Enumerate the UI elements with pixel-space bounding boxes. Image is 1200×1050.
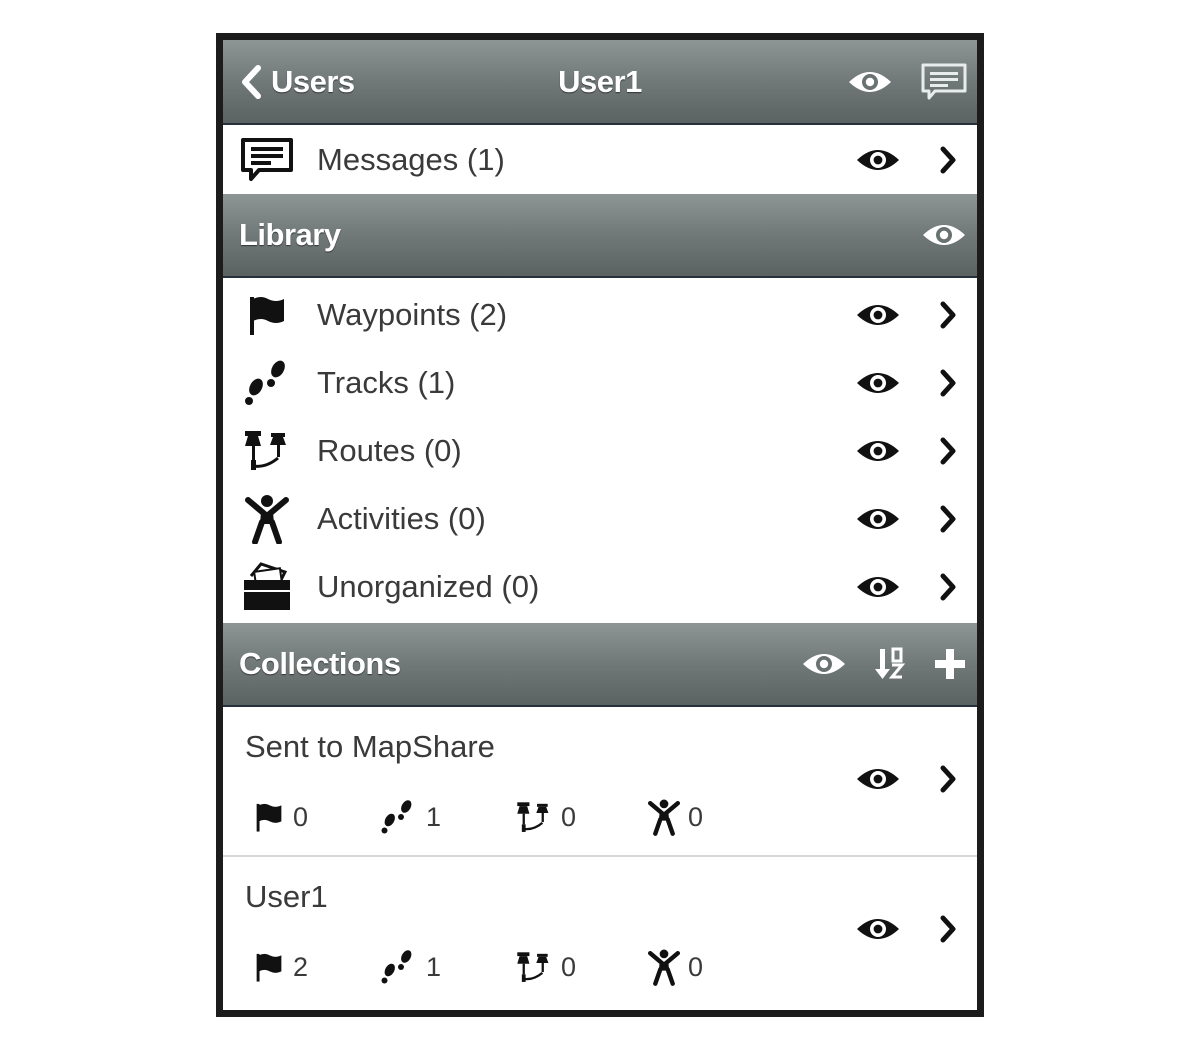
- library-item-label: Unorganized (0): [317, 569, 540, 604]
- footprints-icon: [241, 358, 293, 408]
- collections-list: Sent to MapShare 0 1 0 0 User1 2 1 0 0: [223, 707, 977, 1005]
- collections-title: Collections: [239, 646, 401, 681]
- footprints-icon: [378, 949, 418, 985]
- eye-icon[interactable]: [921, 221, 967, 249]
- library-item-label: Routes (0): [317, 433, 462, 468]
- activities-count: 0: [648, 797, 703, 837]
- plus-icon[interactable]: [933, 647, 967, 681]
- collection-name: Sent to MapShare: [245, 729, 495, 764]
- flag-icon: [253, 951, 285, 983]
- header-bar: Users User1: [223, 40, 977, 125]
- waypoints-count: 0: [253, 797, 308, 837]
- eye-icon[interactable]: [855, 915, 901, 943]
- tracks-count: 1: [378, 947, 441, 987]
- chevron-right-icon[interactable]: [939, 915, 957, 943]
- sort-icon[interactable]: [875, 647, 905, 681]
- flag-icon: [253, 801, 285, 833]
- activities-count-value: 0: [688, 951, 704, 982]
- chevron-right-icon[interactable]: [939, 505, 957, 533]
- app-panel: Users User1 Messages (1) Library Waypoin…: [216, 33, 984, 1017]
- library-item-label: Activities (0): [317, 501, 486, 536]
- chevron-right-icon[interactable]: [939, 369, 957, 397]
- library-item-label: Waypoints (2): [317, 297, 508, 332]
- library-item-waypoints[interactable]: Waypoints (2): [223, 281, 977, 349]
- library-item-unorganized[interactable]: Unorganized (0): [223, 553, 977, 621]
- activities-count: 0: [648, 947, 703, 987]
- message-icon[interactable]: [921, 63, 967, 101]
- folder-icon: [241, 562, 293, 612]
- chevron-right-icon[interactable]: [939, 301, 957, 329]
- eye-icon[interactable]: [855, 146, 901, 174]
- eye-icon[interactable]: [847, 68, 893, 96]
- chevron-right-icon[interactable]: [939, 765, 957, 793]
- pushpins-icon: [241, 426, 293, 476]
- library-item-label: Tracks (1): [317, 365, 456, 400]
- library-item-activities[interactable]: Activities (0): [223, 485, 977, 553]
- routes-count: 0: [515, 947, 576, 987]
- eye-icon[interactable]: [855, 369, 901, 397]
- chevron-right-icon[interactable]: [939, 146, 957, 174]
- library-item-routes[interactable]: Routes (0): [223, 417, 977, 485]
- pushpins-icon: [515, 800, 553, 835]
- routes-count-value: 0: [561, 801, 577, 832]
- person-icon: [648, 798, 680, 836]
- library-item-tracks[interactable]: Tracks (1): [223, 349, 977, 417]
- chevron-right-icon[interactable]: [939, 437, 957, 465]
- messages-label: Messages (1): [317, 141, 505, 177]
- chevron-left-icon: [239, 64, 263, 99]
- routes-count: 0: [515, 797, 576, 837]
- flag-icon: [241, 290, 293, 340]
- collection-item[interactable]: Sent to MapShare 0 1 0 0: [223, 707, 977, 857]
- collection-item[interactable]: User1 2 1 0 0: [223, 857, 977, 1005]
- eye-icon[interactable]: [801, 650, 847, 678]
- waypoints-count-value: 2: [293, 951, 309, 982]
- waypoints-count: 2: [253, 947, 308, 987]
- person-icon: [648, 948, 680, 986]
- activities-count-value: 0: [688, 801, 704, 832]
- chevron-right-icon[interactable]: [939, 573, 957, 601]
- tracks-count-value: 1: [426, 801, 442, 832]
- routes-count-value: 0: [561, 951, 577, 982]
- library-list: Waypoints (2) Tracks (1) Routes (0) Acti…: [223, 278, 977, 623]
- library-title: Library: [239, 217, 341, 252]
- collections-header: Collections: [223, 623, 977, 707]
- waypoints-count-value: 0: [293, 801, 309, 832]
- tracks-count-value: 1: [426, 951, 442, 982]
- back-button[interactable]: Users: [239, 40, 355, 123]
- eye-icon[interactable]: [855, 505, 901, 533]
- eye-icon[interactable]: [855, 573, 901, 601]
- library-header: Library: [223, 194, 977, 278]
- back-label: Users: [271, 63, 355, 99]
- tracks-count: 1: [378, 797, 441, 837]
- eye-icon[interactable]: [855, 765, 901, 793]
- footprints-icon: [378, 799, 418, 835]
- eye-icon[interactable]: [855, 437, 901, 465]
- message-icon: [241, 135, 293, 185]
- person-icon: [241, 494, 293, 544]
- eye-icon[interactable]: [855, 301, 901, 329]
- collection-name: User1: [245, 879, 328, 914]
- pushpins-icon: [515, 950, 553, 985]
- messages-row[interactable]: Messages (1): [223, 125, 977, 194]
